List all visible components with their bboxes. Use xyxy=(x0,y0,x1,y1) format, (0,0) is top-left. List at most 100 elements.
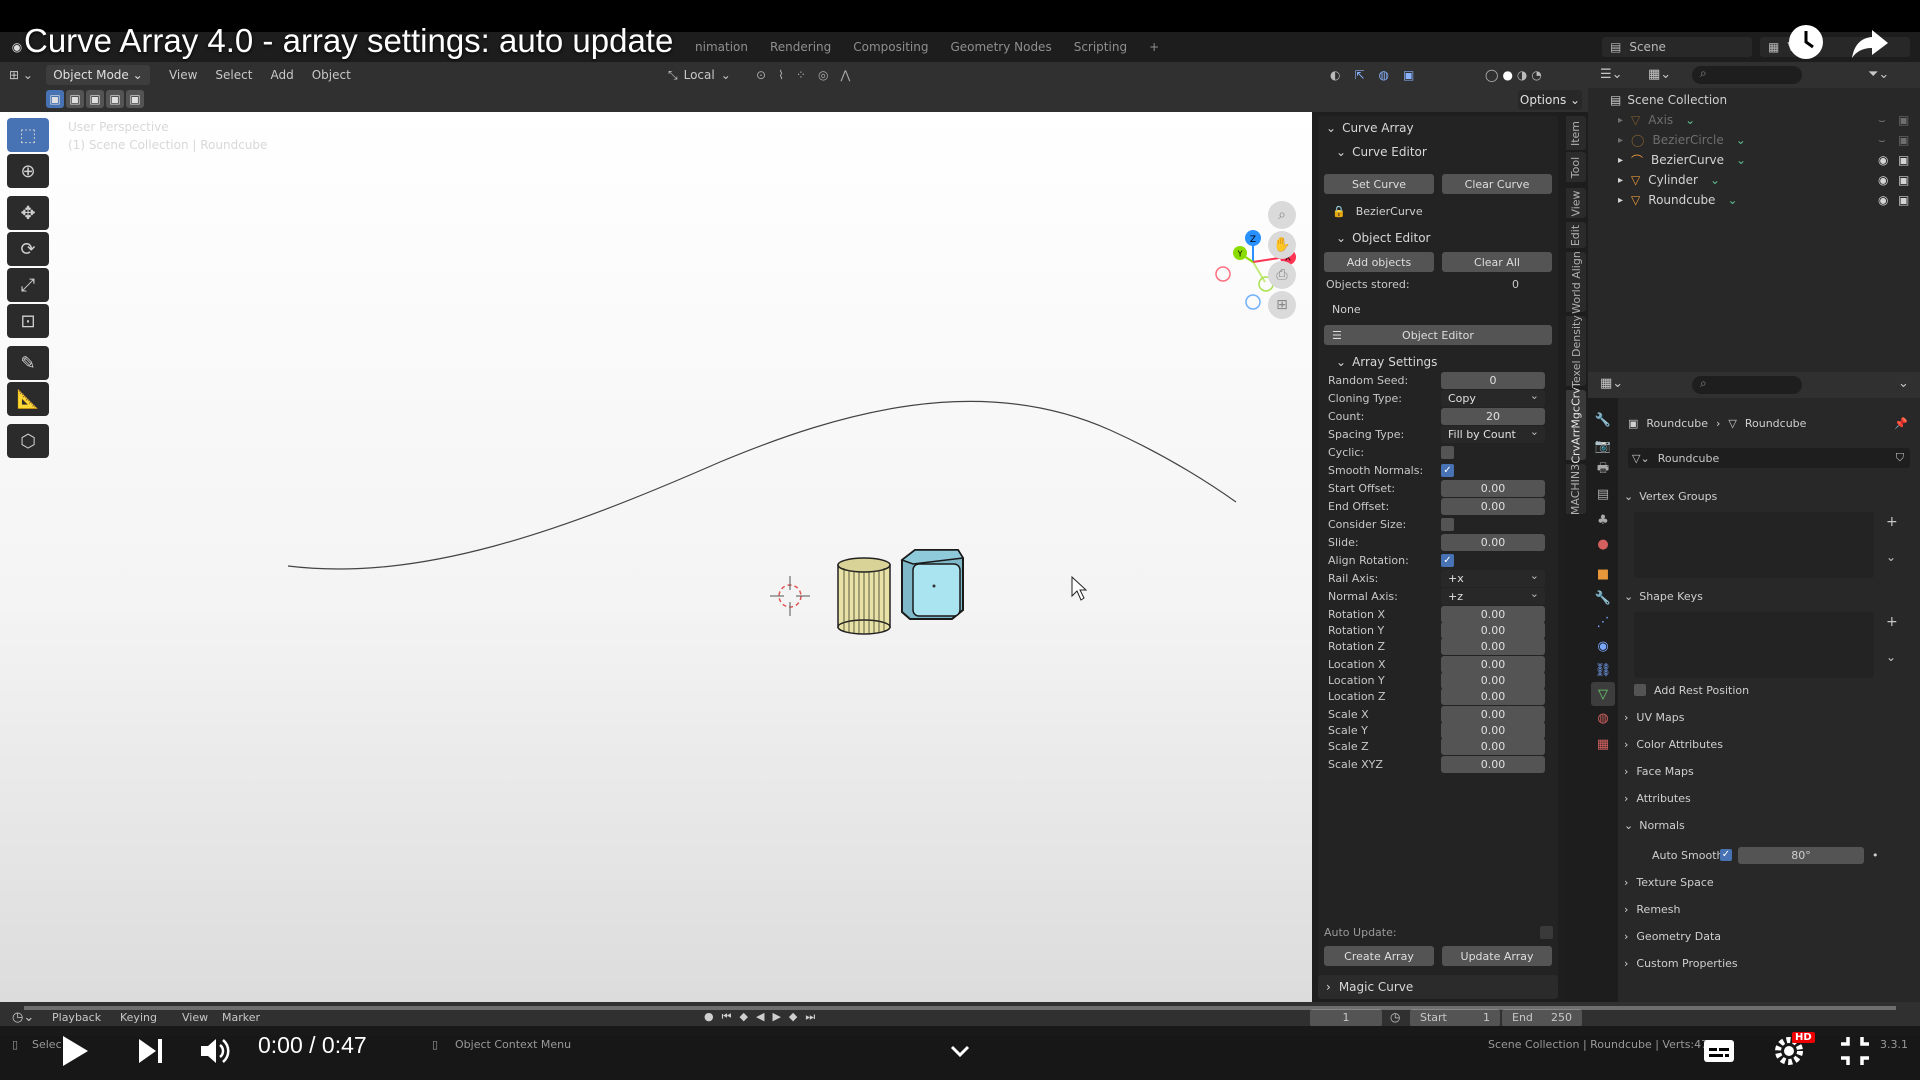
select-extend-icon[interactable]: ▣ xyxy=(66,90,84,108)
expand-arrow-icon[interactable]: ▸ xyxy=(1618,195,1623,206)
snap-grid-icon[interactable]: ⁘ xyxy=(796,68,806,82)
chevron-down-icon[interactable] xyxy=(948,1042,972,1062)
number-field[interactable]: 0.00 xyxy=(1441,480,1545,497)
sidebar-tab-item[interactable]: Item xyxy=(1566,116,1586,150)
scene-properties-icon[interactable]: ♣ xyxy=(1591,508,1615,532)
face-maps-header[interactable]: › Face Maps xyxy=(1624,760,1912,782)
fake-user-icon[interactable]: ⛉ xyxy=(1896,451,1904,465)
dropdown-select[interactable]: Copy xyxy=(1441,387,1545,407)
checkbox[interactable]: ✓ xyxy=(1441,464,1454,477)
uv-maps-header[interactable]: › UV Maps xyxy=(1624,706,1912,728)
workspace-tab-scripting[interactable]: Scripting xyxy=(1063,40,1138,54)
visibility-eye-icon[interactable]: ◉ xyxy=(1878,173,1888,187)
play-reverse-icon[interactable]: ◀ xyxy=(756,1010,764,1024)
sidebar-tab-edit[interactable]: Edit xyxy=(1566,222,1586,248)
vertex-groups-list[interactable] xyxy=(1634,512,1874,578)
sidebar-tab-machin3[interactable]: MACHIN3 xyxy=(1566,463,1586,515)
object-data-icon[interactable]: ⌄ xyxy=(1727,193,1737,207)
number-field[interactable]: 0.00 xyxy=(1441,672,1545,689)
create-array-button[interactable]: Create Array xyxy=(1324,946,1434,966)
sidebar-tab-view[interactable]: View xyxy=(1566,188,1586,218)
timeline-editor-icon[interactable]: ◷⌄ xyxy=(12,1010,34,1025)
workspace-tab-geometry-nodes[interactable]: Geometry Nodes xyxy=(939,40,1062,54)
video-title[interactable]: Curve Array 4.0 - array settings: auto u… xyxy=(24,22,673,60)
xray-icon[interactable]: ▣ xyxy=(1403,68,1414,82)
camera-view-icon[interactable]: ⎙ xyxy=(1268,261,1296,289)
curve-array-header[interactable]: ⌄ Curve Array xyxy=(1318,116,1558,140)
share-icon[interactable] xyxy=(1850,22,1890,62)
visibility-eye-icon[interactable]: ◉ xyxy=(1878,153,1888,167)
prev-keyframe-icon[interactable]: ◆ xyxy=(740,1010,748,1024)
clear-curve-button[interactable]: Clear Curve xyxy=(1442,174,1552,194)
checkbox[interactable] xyxy=(1441,518,1454,531)
object-data-icon[interactable]: ⌄ xyxy=(1736,133,1746,147)
add-rest-position-checkbox[interactable] xyxy=(1634,684,1646,696)
rendered-shading-icon[interactable]: ◔ xyxy=(1531,68,1541,82)
sidebar-tab-world-align[interactable]: World Align xyxy=(1566,251,1586,313)
auto-update-checkbox[interactable] xyxy=(1540,926,1553,939)
material-properties-icon[interactable]: ◍ xyxy=(1591,706,1615,730)
measure-tool-icon[interactable]: 📐 xyxy=(7,382,49,416)
object-editor-header[interactable]: ⌄ Object Editor xyxy=(1318,226,1558,250)
set-curve-button[interactable]: Set Curve xyxy=(1324,174,1434,194)
gizmo-icon[interactable]: ⇱ xyxy=(1354,68,1364,82)
array-settings-header[interactable]: ⌄ Array Settings xyxy=(1318,350,1558,374)
number-field[interactable]: 0.00 xyxy=(1441,688,1545,705)
zoom-view-icon[interactable]: ⌕ xyxy=(1268,201,1296,229)
snap-icon[interactable]: ⌇ xyxy=(778,68,784,82)
number-field[interactable]: 0.00 xyxy=(1441,638,1545,655)
overlay-icon[interactable]: ◍ xyxy=(1379,68,1389,82)
menu-object[interactable]: Object xyxy=(303,68,360,82)
scene-selector[interactable]: ▤ Scene xyxy=(1602,37,1752,57)
sidebar-tab-crvarrmgccrv[interactable]: CrvArrMgcCrv xyxy=(1566,387,1586,463)
render-properties-icon[interactable]: 📷 xyxy=(1591,434,1615,458)
rotate-tool-icon[interactable]: ⟳ xyxy=(7,232,49,266)
play-icon[interactable]: ▶ xyxy=(772,1010,780,1024)
output-properties-icon[interactable]: 🖶 xyxy=(1591,458,1615,482)
transform-orientation[interactable]: ⤡ Local ⌄ xyxy=(668,68,731,83)
attributes-header[interactable]: › Attributes xyxy=(1624,787,1912,809)
options-button[interactable]: Options ⌄ xyxy=(1518,90,1582,110)
constraint-properties-icon[interactable]: ⛓ xyxy=(1591,658,1615,682)
exit-fullscreen-icon[interactable] xyxy=(1838,1034,1872,1068)
object-data-icon[interactable]: ⌄ xyxy=(1736,153,1746,167)
mesh-data-selector[interactable]: ▽⌄ Roundcube ⛉ xyxy=(1628,448,1910,468)
number-field[interactable]: 0.00 xyxy=(1441,606,1545,623)
number-field[interactable]: 0.00 xyxy=(1441,706,1545,723)
outliner-item[interactable]: ▸ ▽ Cylinder ⌄ ◉ ▣ xyxy=(1588,170,1920,190)
visibility-eye-icon[interactable]: ◉ xyxy=(1878,193,1888,207)
mesh-data-properties-icon[interactable]: ▽ xyxy=(1591,682,1615,706)
jump-start-icon[interactable]: ⏮ xyxy=(722,1010,732,1024)
custom-properties-header[interactable]: › Custom Properties xyxy=(1624,952,1912,974)
shape-keys-list[interactable] xyxy=(1634,612,1874,678)
expand-arrow-icon[interactable]: ▸ xyxy=(1618,135,1623,146)
curve-name-field[interactable]: 🔒 BezierCurve xyxy=(1324,200,1552,222)
number-field[interactable]: 0.00 xyxy=(1441,534,1545,551)
add-vertex-group-button[interactable]: + xyxy=(1886,514,1898,530)
expand-arrow-icon[interactable]: ▸ xyxy=(1618,175,1623,186)
sidebar-tab-tool[interactable]: Tool xyxy=(1566,152,1586,182)
add-objects-button[interactable]: Add objects xyxy=(1324,252,1434,272)
pan-view-icon[interactable]: ✋ xyxy=(1268,231,1296,259)
mode-selector[interactable]: Object Mode ⌄ xyxy=(45,65,150,85)
modifier-properties-icon[interactable]: 🔧 xyxy=(1591,586,1615,610)
object-properties-icon[interactable]: ■ xyxy=(1591,562,1615,586)
number-field[interactable]: 0.00 xyxy=(1441,756,1545,773)
geometry-data-header[interactable]: › Geometry Data xyxy=(1624,925,1912,947)
render-visibility-icon[interactable]: ▣ xyxy=(1898,153,1909,167)
workspace-tab-animation[interactable]: nimation xyxy=(684,40,759,54)
render-visibility-icon[interactable]: ▣ xyxy=(1898,113,1909,127)
visibility-eye-icon[interactable]: ⌣ xyxy=(1878,113,1886,128)
solid-shading-icon[interactable]: ● xyxy=(1502,68,1512,82)
outliner-item[interactable]: ▸ ◯ BezierCircle ⌄ ⌣ ▣ xyxy=(1588,130,1920,150)
transform-tool-icon[interactable]: ⊡ xyxy=(7,304,49,338)
view-layer-properties-icon[interactable]: ▤ xyxy=(1591,482,1615,506)
add-rest-position-row[interactable]: Add Rest Position xyxy=(1634,679,1920,701)
volume-icon[interactable] xyxy=(198,1034,232,1068)
sidebar-tab-texel-density[interactable]: Texel Density xyxy=(1566,315,1586,387)
workspace-tab-rendering[interactable]: Rendering xyxy=(759,40,842,54)
video-progress-bar[interactable] xyxy=(24,1006,1896,1010)
move-tool-icon[interactable]: ✥ xyxy=(7,196,49,230)
view-layer-icon[interactable]: ▦⌄ xyxy=(1648,67,1671,82)
workspace-tab-compositing[interactable]: Compositing xyxy=(842,40,939,54)
